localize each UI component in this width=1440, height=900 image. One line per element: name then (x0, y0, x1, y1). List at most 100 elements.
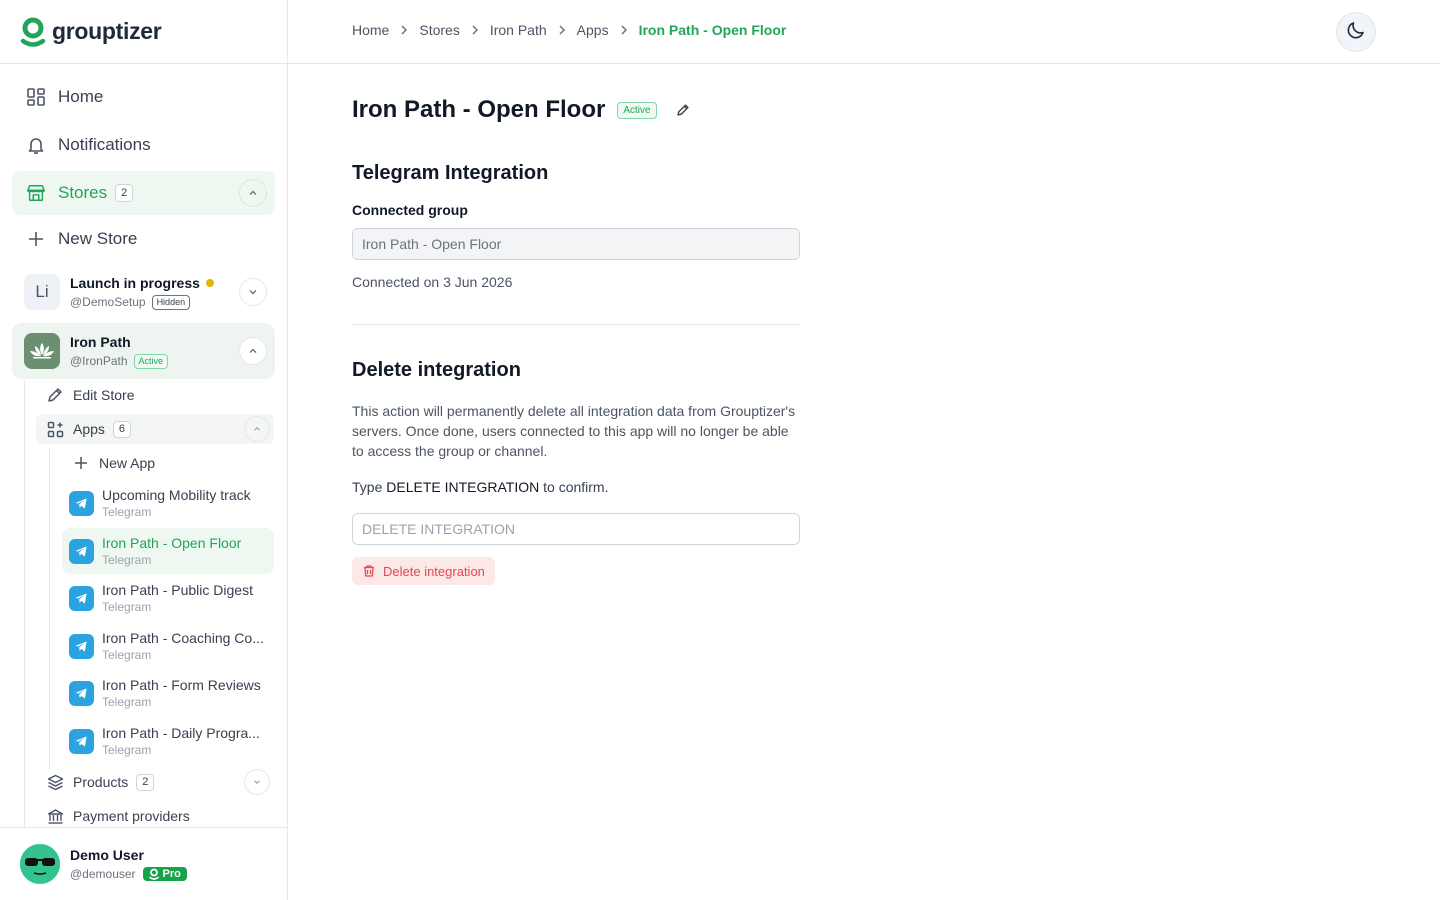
app-item[interactable]: Iron Path - Public Digest Telegram (62, 575, 274, 621)
delete-integration-label: Delete integration (383, 563, 485, 579)
delete-description: This action will permanently delete all … (352, 403, 796, 459)
new-app-button[interactable]: New App (62, 448, 274, 478)
connected-group-field (352, 228, 800, 260)
confirm-suffix: to confirm. (539, 479, 609, 495)
grouptizer-logo-icon (20, 17, 46, 47)
plus-icon (26, 229, 46, 249)
connected-group-label: Connected group (352, 202, 468, 218)
section-divider (352, 324, 800, 325)
sidebar-item-home[interactable]: Home (12, 75, 275, 119)
store-handle: @DemoSetup (70, 295, 146, 309)
app-item[interactable]: Iron Path - Daily Progra... Telegram (62, 718, 274, 764)
store-name: Iron Path (70, 333, 131, 350)
user-name: Demo User (70, 847, 144, 863)
app-type: Telegram (102, 695, 152, 709)
chevron-right-icon (620, 24, 628, 36)
tree-connector (49, 448, 50, 770)
confirm-instruction: Type DELETE INTEGRATION to confirm. (352, 479, 608, 495)
chevron-up-icon[interactable] (244, 416, 270, 442)
grouptizer-logo-icon (148, 868, 159, 880)
telegram-icon (69, 585, 94, 611)
breadcrumb-store[interactable]: Iron Path (490, 22, 547, 38)
sidebar-nav: Home Notifications Stores 2 New Store Li… (0, 64, 287, 827)
chevron-right-icon (558, 24, 566, 36)
tree-connector (24, 380, 25, 827)
sidebar-item-label: Notifications (58, 135, 151, 154)
layers-icon (46, 773, 64, 791)
chevron-up-icon[interactable] (239, 337, 267, 365)
logo[interactable]: grouptizer (0, 0, 287, 64)
breadcrumb: Home Stores Iron Path Apps Iron Path - O… (352, 22, 786, 38)
telegram-icon (69, 633, 94, 659)
new-store-button[interactable]: New Store (12, 217, 275, 261)
pending-status-dot (205, 278, 214, 287)
apps-label: Apps (73, 421, 105, 437)
app-item[interactable]: Iron Path - Form Reviews Telegram (62, 670, 274, 716)
chevron-down-icon[interactable] (239, 278, 267, 306)
store-status-badge: Active (133, 353, 169, 369)
store-name: Launch in progress (70, 274, 200, 291)
store-item-launch[interactable]: Li Launch in progress @DemoSetup Hidden (12, 265, 275, 319)
app-type: Telegram (102, 600, 152, 614)
sidebar-item-stores[interactable]: Stores 2 (12, 171, 275, 215)
edit-store-label: Edit Store (73, 387, 135, 403)
payment-providers-link[interactable]: Payment providers (36, 801, 274, 827)
app-name: Iron Path - Open Floor (102, 535, 242, 551)
theme-toggle-button[interactable] (1336, 12, 1376, 52)
payment-providers-label: Payment providers (73, 808, 190, 824)
page-title-row: Iron Path - Open Floor Active (352, 96, 852, 124)
breadcrumb-home[interactable]: Home (352, 22, 389, 38)
app-name: Iron Path - Form Reviews (102, 677, 261, 693)
top-header: Home Stores Iron Path Apps Iron Path - O… (288, 0, 1440, 64)
chevron-down-icon[interactable] (244, 769, 270, 795)
logo-text: grouptizer (52, 18, 162, 44)
chevron-up-icon[interactable] (239, 179, 267, 207)
store-item-iron-path[interactable]: Iron Path @IronPath Active (12, 323, 275, 379)
app-name: Iron Path - Coaching Co... (102, 630, 264, 646)
app-type: Telegram (102, 743, 152, 757)
status-badge: Active (617, 101, 657, 119)
telegram-icon (69, 680, 94, 706)
confirm-delete-input[interactable] (352, 513, 800, 545)
sidebar-item-label: New Store (58, 229, 138, 248)
app-item[interactable]: Iron Path - Coaching Co... Telegram (62, 623, 274, 669)
confirm-code: DELETE INTEGRATION (386, 479, 540, 495)
app-type: Telegram (102, 505, 152, 519)
breadcrumb-apps[interactable]: Apps (577, 22, 609, 38)
store-avatar: Li (24, 274, 60, 310)
apps-count-badge: 6 (112, 420, 131, 438)
moon-icon (1345, 19, 1367, 46)
breadcrumb-stores[interactable]: Stores (419, 22, 459, 38)
lotus-logo-icon (24, 333, 60, 369)
edit-store-link[interactable]: Edit Store (36, 380, 274, 410)
app-name: Iron Path - Daily Progra... (102, 725, 260, 741)
pro-label: Pro (162, 868, 181, 880)
app-type: Telegram (102, 553, 152, 567)
dashboard-icon (26, 87, 46, 107)
sidebar-item-notifications[interactable]: Notifications (12, 123, 275, 167)
pro-badge: Pro (142, 867, 187, 881)
apps-grid-icon (46, 420, 64, 438)
chevron-right-icon (471, 24, 479, 36)
apps-menu[interactable]: Apps 6 (36, 414, 274, 444)
breadcrumb-current: Iron Path - Open Floor (638, 22, 787, 38)
new-app-label: New App (99, 455, 156, 471)
store-icon (26, 183, 46, 203)
sidebar: grouptizer Home Notifications Stores 2 N… (0, 0, 288, 900)
app-item-active[interactable]: Iron Path - Open Floor Telegram (62, 528, 274, 574)
chevron-right-icon (400, 24, 408, 36)
products-count-badge: 2 (136, 773, 155, 791)
edit-title-button[interactable] (675, 102, 691, 118)
app-item[interactable]: Upcoming Mobility track Telegram (62, 480, 274, 526)
delete-integration-button[interactable]: Delete integration (352, 557, 495, 585)
telegram-icon (69, 728, 94, 754)
app-type: Telegram (102, 648, 152, 662)
store-status-badge: Hidden (151, 294, 191, 310)
telegram-icon (69, 538, 94, 564)
confirm-prefix: Type (352, 479, 387, 495)
user-profile[interactable]: Demo User @demouser Pro (0, 827, 287, 900)
sidebar-item-label: Home (58, 87, 104, 106)
products-menu[interactable]: Products 2 (36, 767, 274, 797)
products-label: Products (73, 774, 129, 790)
pencil-icon (46, 386, 64, 404)
